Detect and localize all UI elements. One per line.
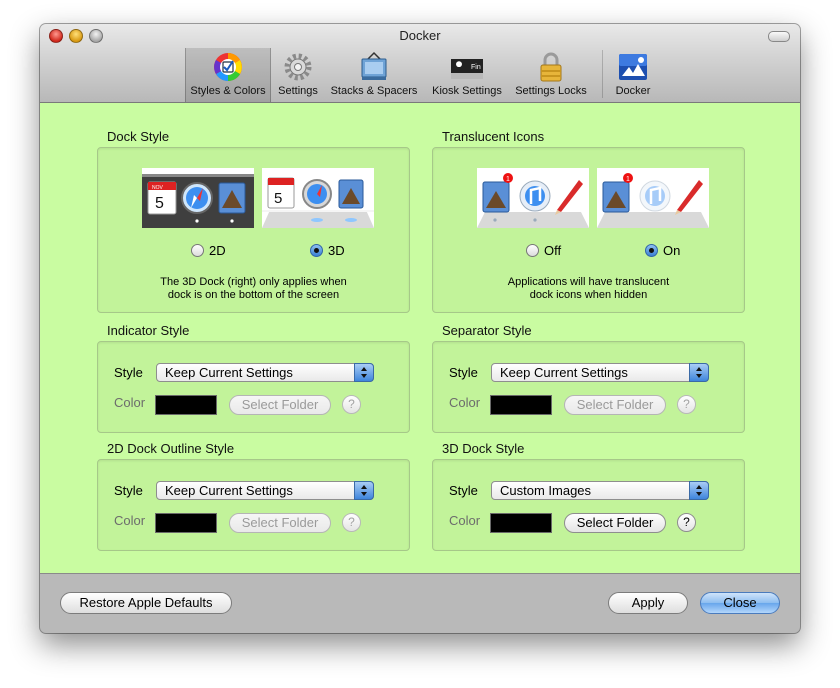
- dock-2d-radio[interactable]: [191, 244, 204, 257]
- translucent-on-preview: 1: [597, 168, 709, 228]
- tab-kiosk-settings[interactable]: Fin Kiosk Settings: [426, 48, 508, 102]
- dock-3d-radio[interactable]: [310, 244, 323, 257]
- dock3d-style-label: Style: [449, 483, 478, 498]
- tab-styles-colors[interactable]: Styles & Colors: [185, 48, 271, 102]
- styles-colors-pane: Dock Style NOV 5 5 2D 3D The 3D Dock (ri…: [40, 103, 800, 574]
- outline-style-title: 2D Dock Outline Style: [107, 441, 235, 456]
- dock3d-style-title: 3D Dock Style: [442, 441, 525, 456]
- dock-style-group: NOV 5 5 2D 3D The 3D Dock (right) only a…: [97, 147, 410, 313]
- restore-defaults-button[interactable]: Restore Apple Defaults: [60, 592, 232, 614]
- dock-3d-label: 3D: [328, 243, 345, 258]
- dock-style-note-line2: dock is on the bottom of the screen: [167, 289, 340, 301]
- indicator-style-value: Keep Current Settings: [165, 365, 293, 380]
- chevron-updown-icon: [354, 363, 374, 382]
- translucent-on-label: On: [663, 243, 681, 258]
- tab-label: Stacks & Spacers: [330, 85, 418, 97]
- indicator-style-group: Style Keep Current Settings Color Select…: [97, 341, 410, 433]
- translucent-off-label: Off: [544, 243, 562, 258]
- separator-select-folder-button[interactable]: Select Folder: [564, 395, 666, 415]
- tab-label: Settings: [278, 85, 318, 97]
- dock3d-color-label: Color: [449, 513, 481, 528]
- outline-color-swatch: [155, 513, 217, 533]
- outline-select-folder-button[interactable]: Select Folder: [229, 513, 331, 533]
- indicator-style-popup[interactable]: Keep Current Settings: [156, 363, 374, 382]
- tab-docker[interactable]: Docker: [606, 48, 660, 102]
- chevron-updown-icon: [689, 363, 709, 382]
- translucent-off-radio[interactable]: [526, 244, 539, 257]
- outline-help-button[interactable]: ?: [342, 513, 361, 532]
- tab-label: Settings Locks: [515, 85, 587, 97]
- dock-style-note-line1: The 3D Dock (right) only applies when: [160, 276, 347, 288]
- calendar-month-text: NOV: [152, 185, 164, 191]
- dock3d-style-popup[interactable]: Custom Images: [491, 481, 709, 500]
- separator-style-group: Style Keep Current Settings Color Select…: [432, 341, 745, 433]
- outline-style-group: Style Keep Current Settings Color Select…: [97, 459, 410, 551]
- dock3d-style-value: Custom Images: [500, 483, 592, 498]
- mail-badge-text-on: 1: [626, 176, 630, 183]
- indicator-color-swatch: [155, 395, 217, 415]
- calendar-day-text-3d: 5: [274, 190, 282, 207]
- translucent-off-preview: 1: [477, 168, 589, 228]
- tab-stacks-spacers[interactable]: Stacks & Spacers: [327, 48, 421, 102]
- outline-color-label: Color: [114, 513, 146, 528]
- window-title: Docker: [399, 28, 441, 43]
- chevron-updown-icon: [689, 481, 709, 500]
- toolbar-toggle-button[interactable]: [768, 31, 790, 42]
- dock-style-title: Dock Style: [107, 129, 170, 144]
- dock3d-color-swatch: [490, 513, 552, 533]
- separator-style-popup[interactable]: Keep Current Settings: [491, 363, 709, 382]
- tab-label: Docker: [615, 85, 651, 97]
- translucent-icons-note: Applications will have translucent dock …: [433, 276, 744, 302]
- outline-style-popup[interactable]: Keep Current Settings: [156, 481, 374, 500]
- separator-style-label: Style: [449, 365, 478, 380]
- indicator-style-title: Indicator Style: [107, 323, 190, 338]
- tab-label: Styles & Colors: [190, 85, 266, 97]
- kiosk-icon: Fin: [451, 59, 483, 79]
- separator-color-label: Color: [449, 395, 481, 410]
- dock3d-select-folder-button[interactable]: Select Folder: [564, 513, 666, 533]
- toolbar-separator: [602, 50, 603, 98]
- lock-icon: [540, 52, 562, 82]
- separator-help-button[interactable]: ?: [677, 395, 696, 414]
- kiosk-icon-text: Fin: [471, 64, 481, 71]
- stacks-icon: [361, 51, 387, 80]
- tab-settings[interactable]: Settings: [273, 48, 323, 102]
- indicator-help-button[interactable]: ?: [342, 395, 361, 414]
- docker-app-icon: [619, 54, 647, 80]
- dock3d-style-group: Style Custom Images Color Select Folder …: [432, 459, 745, 551]
- outline-style-label: Style: [114, 483, 143, 498]
- translucent-note-line2: dock icons when hidden: [529, 289, 648, 301]
- translucent-note-line1: Applications will have translucent: [507, 276, 670, 288]
- chevron-updown-icon: [354, 481, 374, 500]
- indicator-select-folder-button[interactable]: Select Folder: [229, 395, 331, 415]
- tab-label: Kiosk Settings: [432, 85, 502, 97]
- separator-style-title: Separator Style: [442, 323, 532, 338]
- title-bar: Docker Styles & Colors Settings Stacks &…: [40, 24, 800, 103]
- calendar-day-text: 5: [155, 195, 164, 212]
- dock3d-help-button[interactable]: ?: [677, 513, 696, 532]
- tab-settings-locks[interactable]: Settings Locks: [510, 48, 592, 102]
- dock-3d-preview: 5: [262, 168, 374, 228]
- translucent-on-radio[interactable]: [645, 244, 658, 257]
- mail-badge-text: 1: [506, 176, 510, 183]
- separator-style-value: Keep Current Settings: [500, 365, 628, 380]
- preferences-window: Docker Styles & Colors Settings Stacks &…: [40, 24, 800, 633]
- indicator-color-label: Color: [114, 395, 146, 410]
- dock-style-note: The 3D Dock (right) only applies when do…: [98, 276, 409, 302]
- outline-style-value: Keep Current Settings: [165, 483, 293, 498]
- indicator-style-label: Style: [114, 365, 143, 380]
- separator-color-swatch: [490, 395, 552, 415]
- dock-2d-preview: NOV 5: [142, 168, 254, 228]
- color-wheel-icon: [214, 53, 242, 81]
- translucent-icons-group: 1 1 Off On Applications will have transl…: [432, 147, 745, 313]
- translucent-icons-title: Translucent Icons: [442, 129, 545, 144]
- dock-2d-label: 2D: [209, 243, 226, 258]
- gear-icon: [284, 53, 312, 81]
- apply-button[interactable]: Apply: [608, 592, 688, 614]
- close-button[interactable]: Close: [700, 592, 780, 614]
